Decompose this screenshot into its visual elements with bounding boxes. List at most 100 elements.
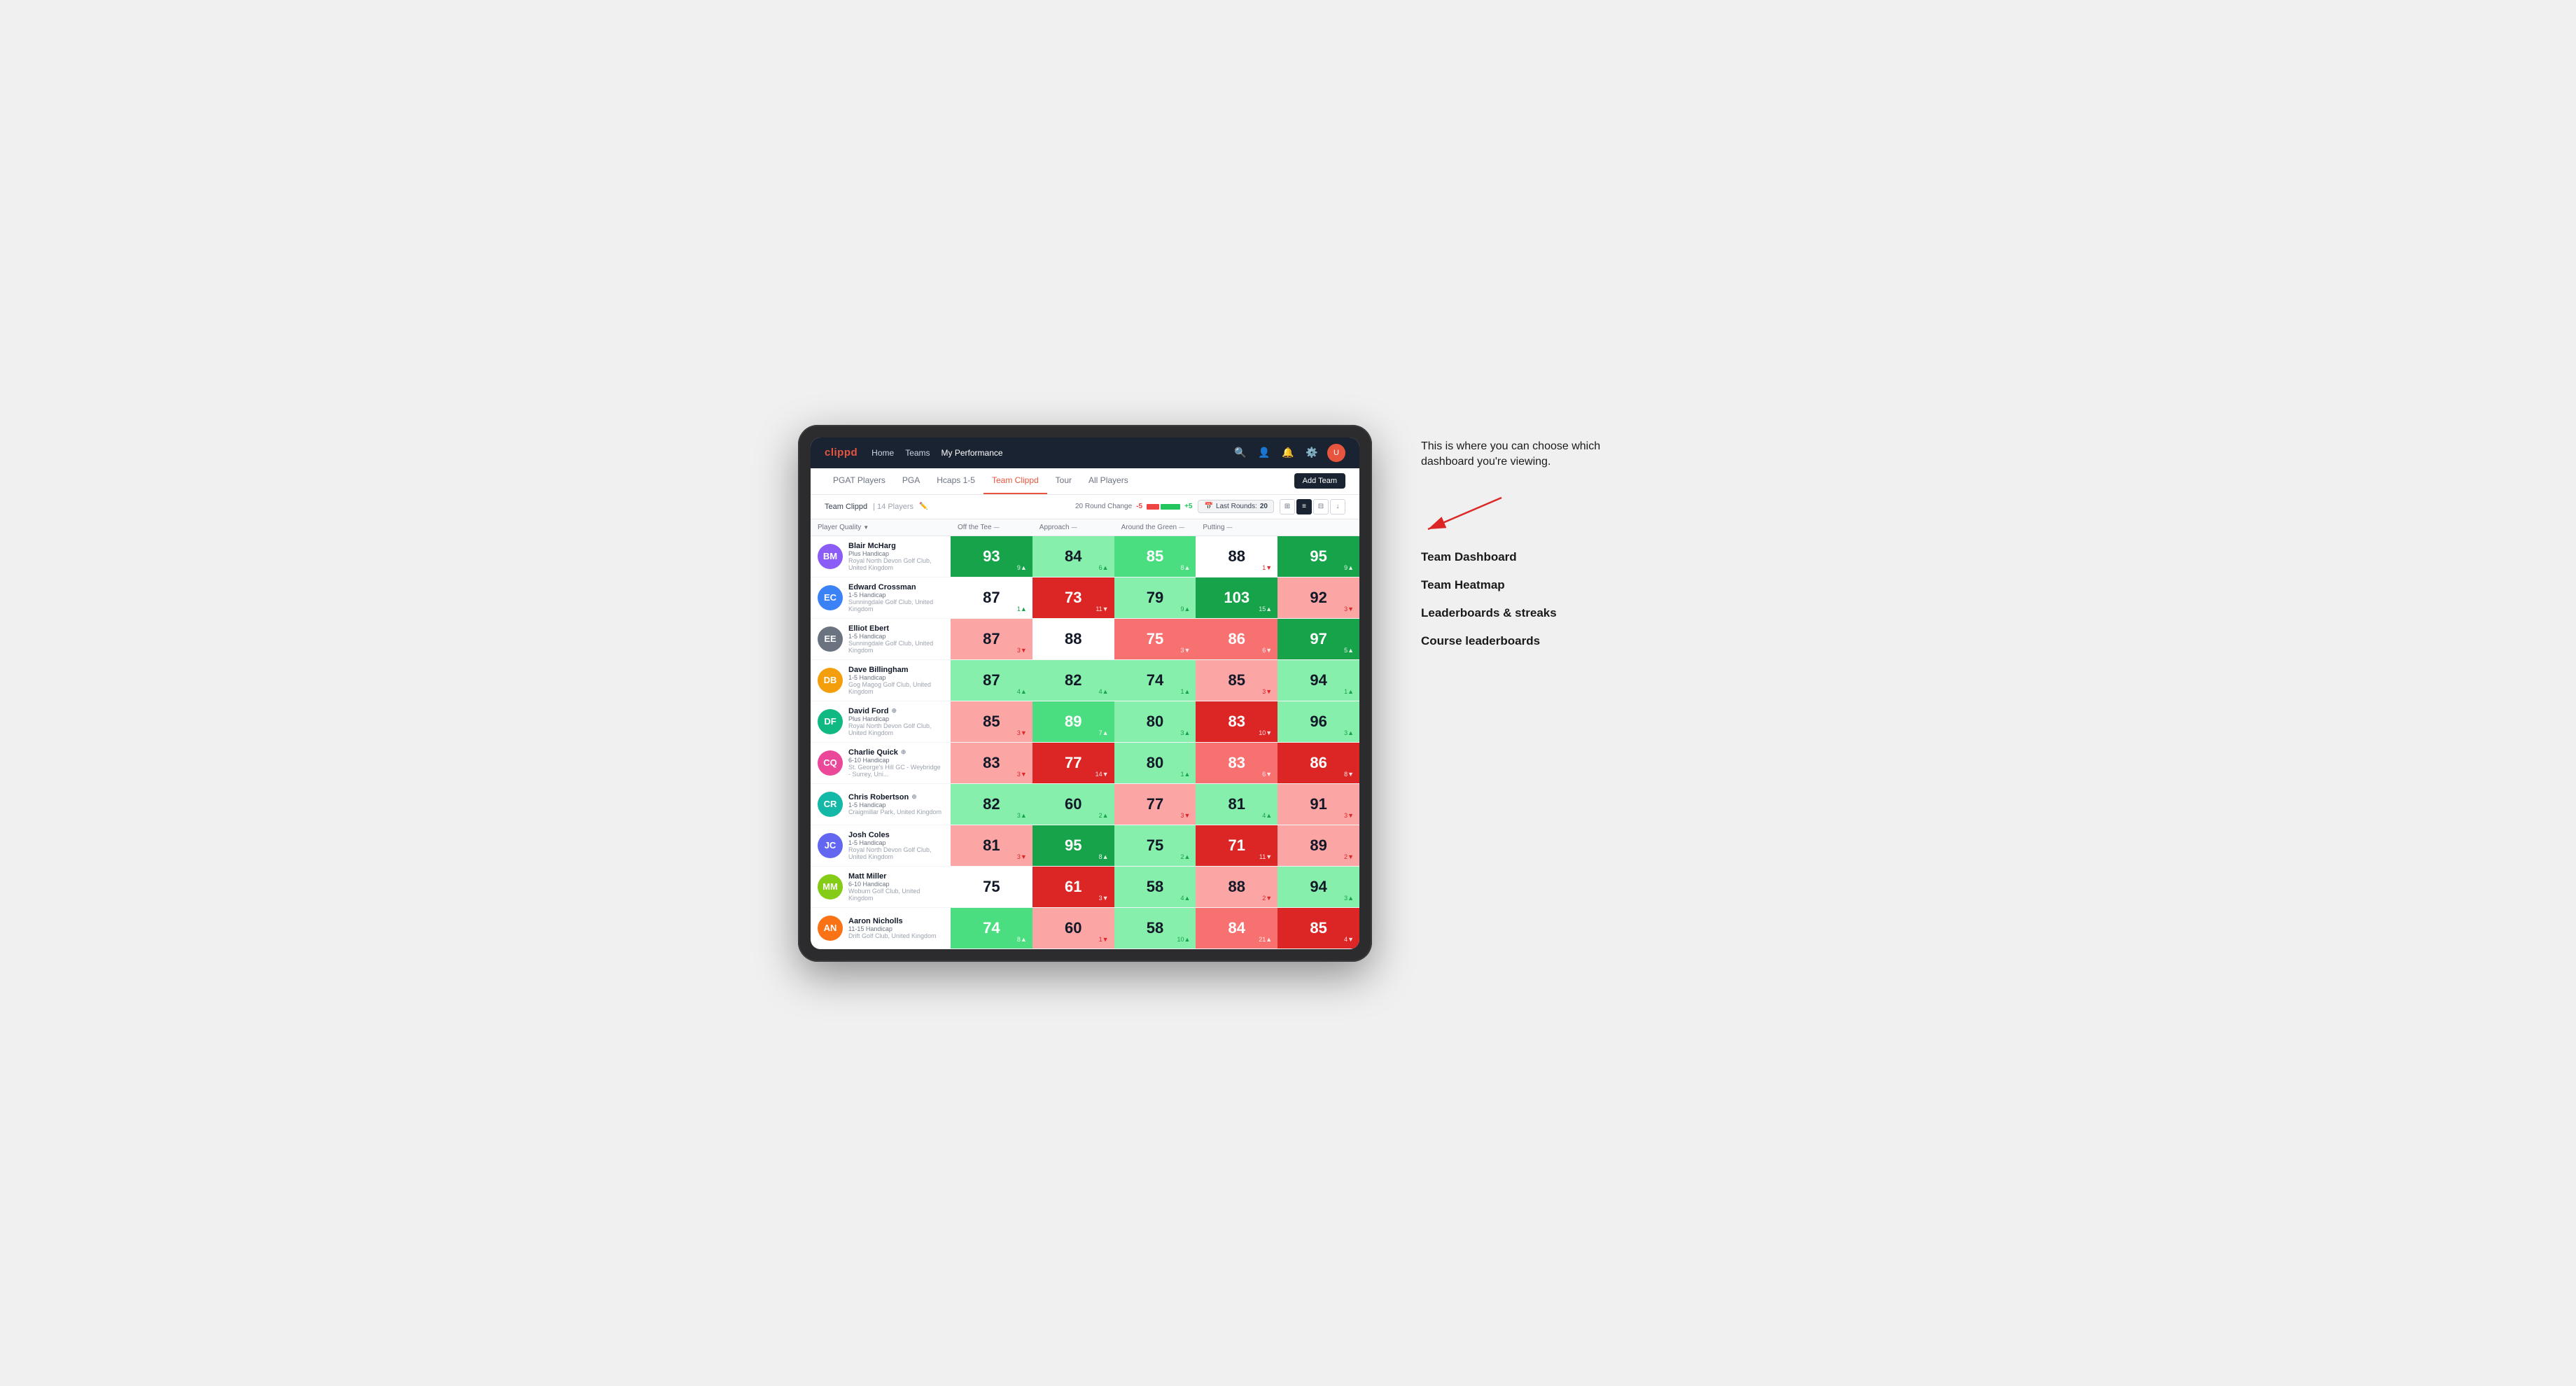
player-info-8: Matt Miller6-10 HandicapWoburn Golf Club…	[848, 872, 944, 902]
score-change-p1-s3: 15▲	[1259, 606, 1272, 612]
top-nav: clippd Home Teams My Performance 🔍 👤 🔔 ⚙…	[811, 438, 1359, 468]
player-handicap-5: 6-10 Handicap	[848, 757, 944, 764]
nav-teams[interactable]: Teams	[905, 448, 930, 458]
nav-home[interactable]: Home	[872, 448, 894, 458]
bell-icon[interactable]: 🔔	[1280, 444, 1296, 461]
table-row[interactable]: CQCharlie Quick⊕6-10 HandicapSt. George'…	[811, 743, 1359, 784]
table-row[interactable]: DBDave Billingham1-5 HandicapGog Magog G…	[811, 660, 1359, 701]
team-count: | 14 Players	[873, 503, 913, 511]
score-box-p8-s0: 75	[951, 867, 1032, 907]
score-value-p5-s2: 80	[1147, 754, 1163, 772]
nav-my-performance[interactable]: My Performance	[941, 448, 1003, 458]
col-putting[interactable]: Putting —	[1196, 519, 1278, 536]
player-name-8: Matt Miller	[848, 872, 944, 881]
player-handicap-7: 1-5 Handicap	[848, 839, 944, 846]
player-name-2: Elliot Ebert	[848, 624, 944, 633]
score-cell-p4-s1: 897▲	[1032, 701, 1114, 742]
score-cell-p6-s4: 913▼	[1278, 784, 1359, 825]
red-arrow-svg	[1421, 491, 1505, 533]
sub-nav-links: PGAT Players PGA Hcaps 1-5 Team Clippd T…	[825, 468, 1294, 494]
score-change-p4-s0: 3▼	[1017, 729, 1027, 736]
edit-icon[interactable]: ✏️	[919, 503, 927, 510]
score-change-p0-s3: 1▼	[1262, 564, 1272, 571]
score-value-p4-s0: 85	[983, 713, 1000, 731]
score-value-p0-s3: 88	[1228, 547, 1245, 566]
score-value-p2-s4: 97	[1310, 630, 1326, 648]
table-row[interactable]: ANAaron Nicholls11-15 HandicapDrift Golf…	[811, 908, 1359, 949]
score-cell-p4-s0: 85 3▼	[951, 701, 1032, 742]
view-grid-icon[interactable]: ⊞	[1280, 499, 1295, 514]
nav-icons: 🔍 👤 🔔 ⚙️ U	[1232, 444, 1345, 462]
score-value-p9-s1: 60	[1065, 919, 1082, 937]
table-row[interactable]: MMMatt Miller6-10 HandicapWoburn Golf Cl…	[811, 867, 1359, 908]
score-box-p5-s4: 868▼	[1278, 743, 1359, 783]
score-change-p4-s1: 7▲	[1099, 729, 1109, 736]
score-cell-p7-s2: 752▲	[1114, 825, 1196, 866]
score-value-p3-s0: 87	[983, 671, 1000, 690]
col-player-quality[interactable]: Player Quality ▼	[811, 519, 951, 536]
score-change-p6-s0: 3▲	[1017, 812, 1027, 819]
bar-green	[1161, 504, 1180, 510]
settings-icon[interactable]: ⚙️	[1303, 444, 1320, 461]
table-row[interactable]: JCJosh Coles1-5 HandicapRoyal North Devo…	[811, 825, 1359, 867]
score-value-p8-s4: 94	[1310, 878, 1326, 896]
score-value-p7-s0: 81	[983, 836, 1000, 855]
score-box-p0-s3: 88 1▼	[1196, 536, 1278, 577]
change-plus: +5	[1184, 503, 1192, 510]
player-info-2: Elliot Ebert1-5 HandicapSunningdale Golf…	[848, 624, 944, 654]
subnav-pgat-players[interactable]: PGAT Players	[825, 468, 894, 494]
score-value-p5-s0: 83	[983, 754, 1000, 772]
score-box-p2-s4: 975▲	[1278, 619, 1359, 659]
score-box-p7-s0: 813▼	[951, 825, 1032, 866]
view-table-icon[interactable]: ≡	[1296, 499, 1312, 514]
player-name-7: Josh Coles	[848, 831, 944, 839]
score-cell-p6-s0: 82 3▲	[951, 784, 1032, 825]
player-cell-8: MMMatt Miller6-10 HandicapWoburn Golf Cl…	[811, 867, 951, 907]
subnav-tour[interactable]: Tour	[1047, 468, 1080, 494]
table-row[interactable]: ECEdward Crossman1-5 HandicapSunningdale…	[811, 578, 1359, 619]
player-name-3: Dave Billingham	[848, 666, 944, 674]
player-avatar-5: CQ	[818, 750, 843, 776]
col-approach[interactable]: Approach —	[1032, 519, 1114, 536]
subnav-team-clippd[interactable]: Team Clippd	[983, 468, 1047, 494]
table-row[interactable]: DFDavid Ford⊕Plus HandicapRoyal North De…	[811, 701, 1359, 743]
subnav-hcaps[interactable]: Hcaps 1-5	[928, 468, 983, 494]
score-change-p0-s1: 6▲	[1099, 564, 1109, 571]
player-avatar-8: MM	[818, 874, 843, 899]
score-change-p8-s2: 4▲	[1180, 895, 1190, 902]
subnav-pga[interactable]: PGA	[894, 468, 928, 494]
search-icon[interactable]: 🔍	[1232, 444, 1249, 461]
score-box-p8-s1: 613▼	[1032, 867, 1114, 907]
score-change-p3-s1: 4▲	[1099, 688, 1109, 695]
score-cell-p3-s0: 874▲	[951, 660, 1032, 701]
score-value-p6-s4: 91	[1310, 795, 1326, 813]
score-cell-p8-s3: 882▼	[1196, 867, 1278, 907]
score-cell-p0-s2: 858▲	[1114, 536, 1196, 577]
score-cell-p4-s3: 8310▼	[1196, 701, 1278, 742]
score-value-p8-s3: 88	[1228, 878, 1245, 896]
view-heatmap-icon[interactable]: ⊟	[1313, 499, 1329, 514]
table-row[interactable]: CRChris Robertson⊕1-5 HandicapCraigmilla…	[811, 784, 1359, 825]
view-download-icon[interactable]: ↓	[1330, 499, 1345, 514]
table-row[interactable]: EEElliot Ebert1-5 HandicapSunningdale Go…	[811, 619, 1359, 660]
player-info-3: Dave Billingham1-5 HandicapGog Magog Gol…	[848, 666, 944, 695]
player-cell-7: JCJosh Coles1-5 HandicapRoyal North Devo…	[811, 825, 951, 866]
subnav-all-players[interactable]: All Players	[1080, 468, 1137, 494]
add-team-button[interactable]: Add Team	[1294, 473, 1345, 489]
annotation-item-dashboard: Team Dashboard	[1421, 550, 1778, 564]
player-info-4: David Ford⊕Plus HandicapRoyal North Devo…	[848, 707, 944, 736]
score-box-p7-s3: 7111▼	[1196, 825, 1278, 866]
player-handicap-1: 1-5 Handicap	[848, 592, 944, 598]
score-value-p6-s0: 82	[983, 795, 1000, 813]
col-around-green[interactable]: Around the Green —	[1114, 519, 1196, 536]
player-handicap-2: 1-5 Handicap	[848, 633, 944, 640]
last-rounds-button[interactable]: 📅 Last Rounds: 20	[1198, 500, 1274, 513]
avatar[interactable]: U	[1327, 444, 1345, 462]
table-row[interactable]: BMBlair McHargPlus HandicapRoyal North D…	[811, 536, 1359, 578]
score-change-p8-s4: 3▲	[1344, 895, 1354, 902]
person-icon[interactable]: 👤	[1256, 444, 1273, 461]
score-cell-p8-s4: 94 3▲	[1278, 867, 1359, 907]
team-name: Team Clippd	[825, 503, 867, 511]
col-off-tee[interactable]: Off the Tee —	[951, 519, 1032, 536]
score-change-p4-s3: 10▼	[1259, 729, 1272, 736]
